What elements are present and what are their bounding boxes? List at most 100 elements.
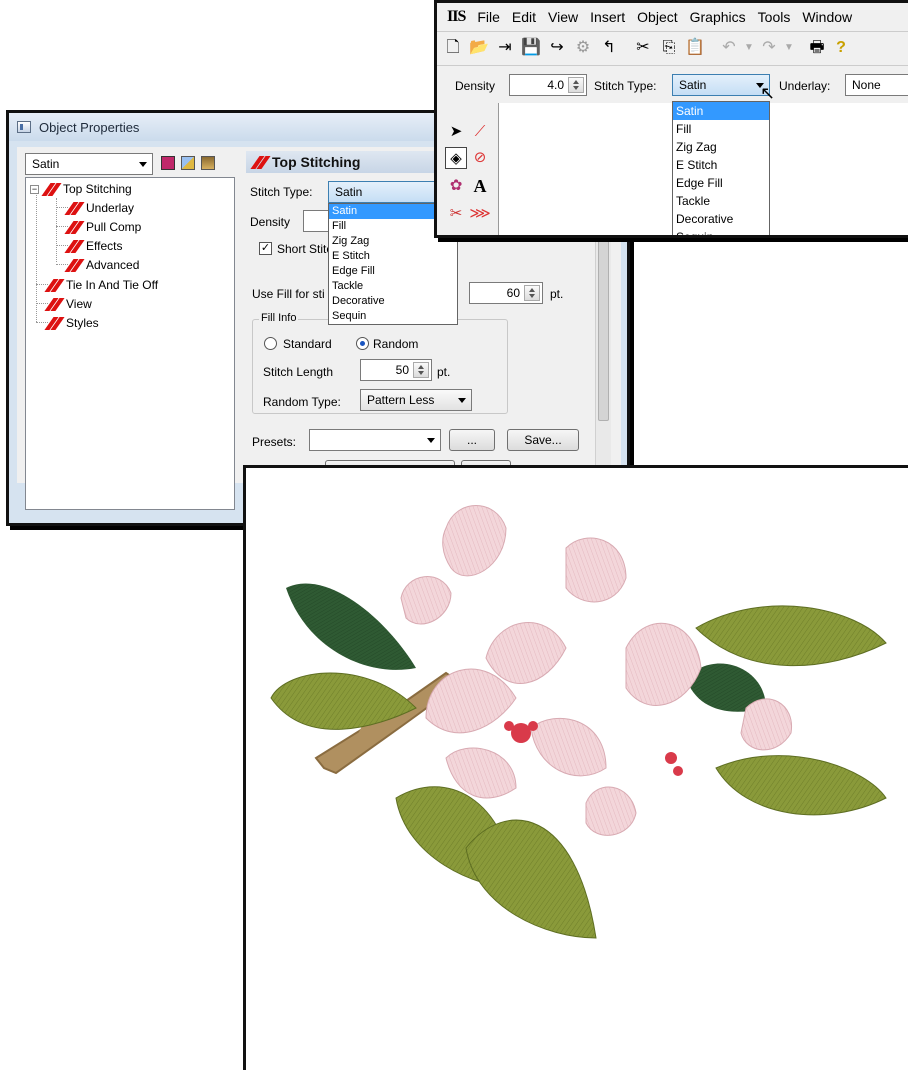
color-tool-icon[interactable]: ✿: [445, 175, 467, 197]
dropdown-option[interactable]: Edge Fill: [329, 264, 457, 279]
stitch-type-label: Stitch Type:: [250, 185, 313, 199]
bud-left: [400, 576, 452, 625]
leaf-right-bottom: [715, 755, 887, 816]
dropdown-option[interactable]: Fill: [673, 120, 769, 138]
object-type-select[interactable]: Satin: [25, 153, 153, 175]
standard-radio[interactable]: [264, 337, 277, 350]
hatch-tool-icon[interactable]: ⋙: [469, 203, 491, 225]
chevron-down-icon[interactable]: ▼: [779, 38, 799, 58]
menu-file[interactable]: File: [477, 9, 500, 25]
export-icon[interactable]: ↪: [547, 38, 567, 58]
menu-object[interactable]: Object: [637, 9, 677, 25]
stitch-length-spinner[interactable]: 50: [360, 359, 432, 381]
redo-icon[interactable]: ↷: [759, 38, 779, 58]
tree-item-top-stitching[interactable]: − Top Stitching: [30, 180, 132, 198]
tree-item-view[interactable]: View: [44, 295, 92, 313]
stitch-type-select[interactable]: Satin: [672, 74, 770, 96]
text-tool-icon[interactable]: A: [469, 175, 491, 197]
select-arrow-icon[interactable]: ➤: [445, 121, 467, 143]
send-icon[interactable]: ↰: [599, 38, 619, 58]
copy-icon[interactable]: ⎘: [659, 38, 679, 58]
menu-window[interactable]: Window: [802, 9, 852, 25]
tree-item-advanced[interactable]: Advanced: [64, 256, 139, 274]
dropdown-option[interactable]: Tackle: [329, 279, 457, 294]
random-type-select[interactable]: Pattern Less: [360, 389, 472, 411]
fill-info-label: Fill Info: [259, 312, 299, 324]
dropdown-option[interactable]: Tackle: [673, 192, 769, 210]
dropdown-option[interactable]: Zig Zag: [673, 138, 769, 156]
tree-item-effects[interactable]: Effects: [64, 237, 122, 255]
stitch-icon: [64, 240, 82, 252]
dropdown-option[interactable]: Sequin: [673, 228, 769, 235]
dropdown-option[interactable]: Edge Fill: [673, 174, 769, 192]
stitch-icon: [64, 202, 82, 214]
dropdown-option[interactable]: Decorative: [673, 210, 769, 228]
presets-browse-button[interactable]: ...: [449, 429, 495, 451]
cut-icon[interactable]: ✂: [633, 38, 653, 58]
use-fill-spinner[interactable]: 60: [469, 282, 543, 304]
stitch-icon: [44, 317, 62, 329]
open-folder-icon[interactable]: 📂: [469, 38, 489, 58]
spin-arrows-icon[interactable]: [568, 77, 584, 93]
dropdown-option[interactable]: Decorative: [329, 294, 457, 309]
presets-select[interactable]: [309, 429, 441, 451]
tree-item-pull-comp[interactable]: Pull Comp: [64, 218, 141, 236]
help-icon[interactable]: ?: [831, 38, 851, 58]
copy-icon[interactable]: [181, 156, 195, 170]
scissors-icon[interactable]: ✂: [445, 203, 467, 225]
short-stitch-checkbox[interactable]: ✓: [259, 242, 272, 255]
stamen-dot: [504, 721, 514, 731]
leaf-dark-left: [286, 583, 416, 670]
dropdown-option[interactable]: Satin: [673, 102, 769, 120]
print-icon[interactable]: 🖶: [807, 38, 827, 58]
random-type-label: Random Type:: [263, 395, 341, 409]
main-toolbar: 🗋 📂 ⇥ 💾 ↪ ⚙ ↰ ✂ ⎘ 📋 ↶ ▼ ↷ ▼ 🖶 ?: [437, 31, 908, 65]
underlay-select[interactable]: None: [845, 74, 908, 96]
menu-insert[interactable]: Insert: [590, 9, 625, 25]
chevron-down-icon[interactable]: ▼: [739, 38, 759, 58]
shape-tool-icon[interactable]: ◈: [445, 147, 467, 169]
stitch-type-label: Stitch Type:: [594, 79, 657, 93]
window-title: Object Properties: [39, 119, 140, 135]
dropdown-option[interactable]: E Stitch: [673, 156, 769, 174]
collapse-icon[interactable]: −: [30, 184, 39, 194]
paste-icon[interactable]: 📋: [685, 38, 705, 58]
stamen-right: [665, 752, 677, 764]
random-radio[interactable]: [356, 337, 369, 350]
spin-arrows-icon[interactable]: [524, 285, 540, 301]
import-icon[interactable]: ⇥: [495, 38, 515, 58]
spin-arrows-icon[interactable]: [413, 362, 429, 378]
save-style-icon[interactable]: [161, 156, 175, 170]
density-label: Density: [250, 215, 291, 229]
tree-item-underlay[interactable]: Underlay: [64, 199, 134, 217]
chevron-down-icon: [139, 162, 147, 167]
save-preset-button[interactable]: Save...: [507, 429, 579, 451]
leaf-bottom: [465, 819, 597, 939]
menu-edit[interactable]: Edit: [512, 9, 536, 25]
standard-label: Standard: [283, 337, 332, 351]
new-file-icon[interactable]: 🗋: [443, 38, 463, 58]
embroidery-canvas[interactable]: [243, 465, 908, 1070]
density-spinner[interactable]: 4.0: [509, 74, 587, 96]
line-tool-icon[interactable]: ⟋: [469, 121, 491, 143]
undo-icon[interactable]: ↶: [719, 38, 739, 58]
stitch-icon: [41, 183, 59, 195]
petal-top: [485, 622, 567, 684]
tree-item-styles[interactable]: Styles: [44, 314, 99, 332]
menu-tools[interactable]: Tools: [758, 9, 791, 25]
dropdown-option[interactable]: Sequin: [329, 309, 457, 324]
machine-icon[interactable]: ⚙: [573, 38, 593, 58]
paste-icon[interactable]: [201, 156, 215, 170]
save-icon[interactable]: 💾: [521, 38, 541, 58]
menu-bar: IIS File Edit View Insert Object Graphic…: [437, 3, 908, 31]
stitch-type-dropdown: Satin Fill Zig Zag E Stitch Edge Fill Ta…: [672, 101, 770, 235]
stamen-dot: [528, 721, 538, 731]
menu-graphics[interactable]: Graphics: [690, 9, 746, 25]
dropdown-option[interactable]: E Stitch: [329, 249, 457, 264]
leaf-right-top: [695, 605, 887, 667]
tree-item-tie-in-and-tie-off[interactable]: Tie In And Tie Off: [44, 276, 158, 294]
menu-view[interactable]: View: [548, 9, 578, 25]
satin-tool-icon[interactable]: ⊘: [469, 147, 491, 169]
use-fill-unit: pt.: [550, 287, 564, 301]
stitch-length-unit: pt.: [437, 365, 451, 379]
